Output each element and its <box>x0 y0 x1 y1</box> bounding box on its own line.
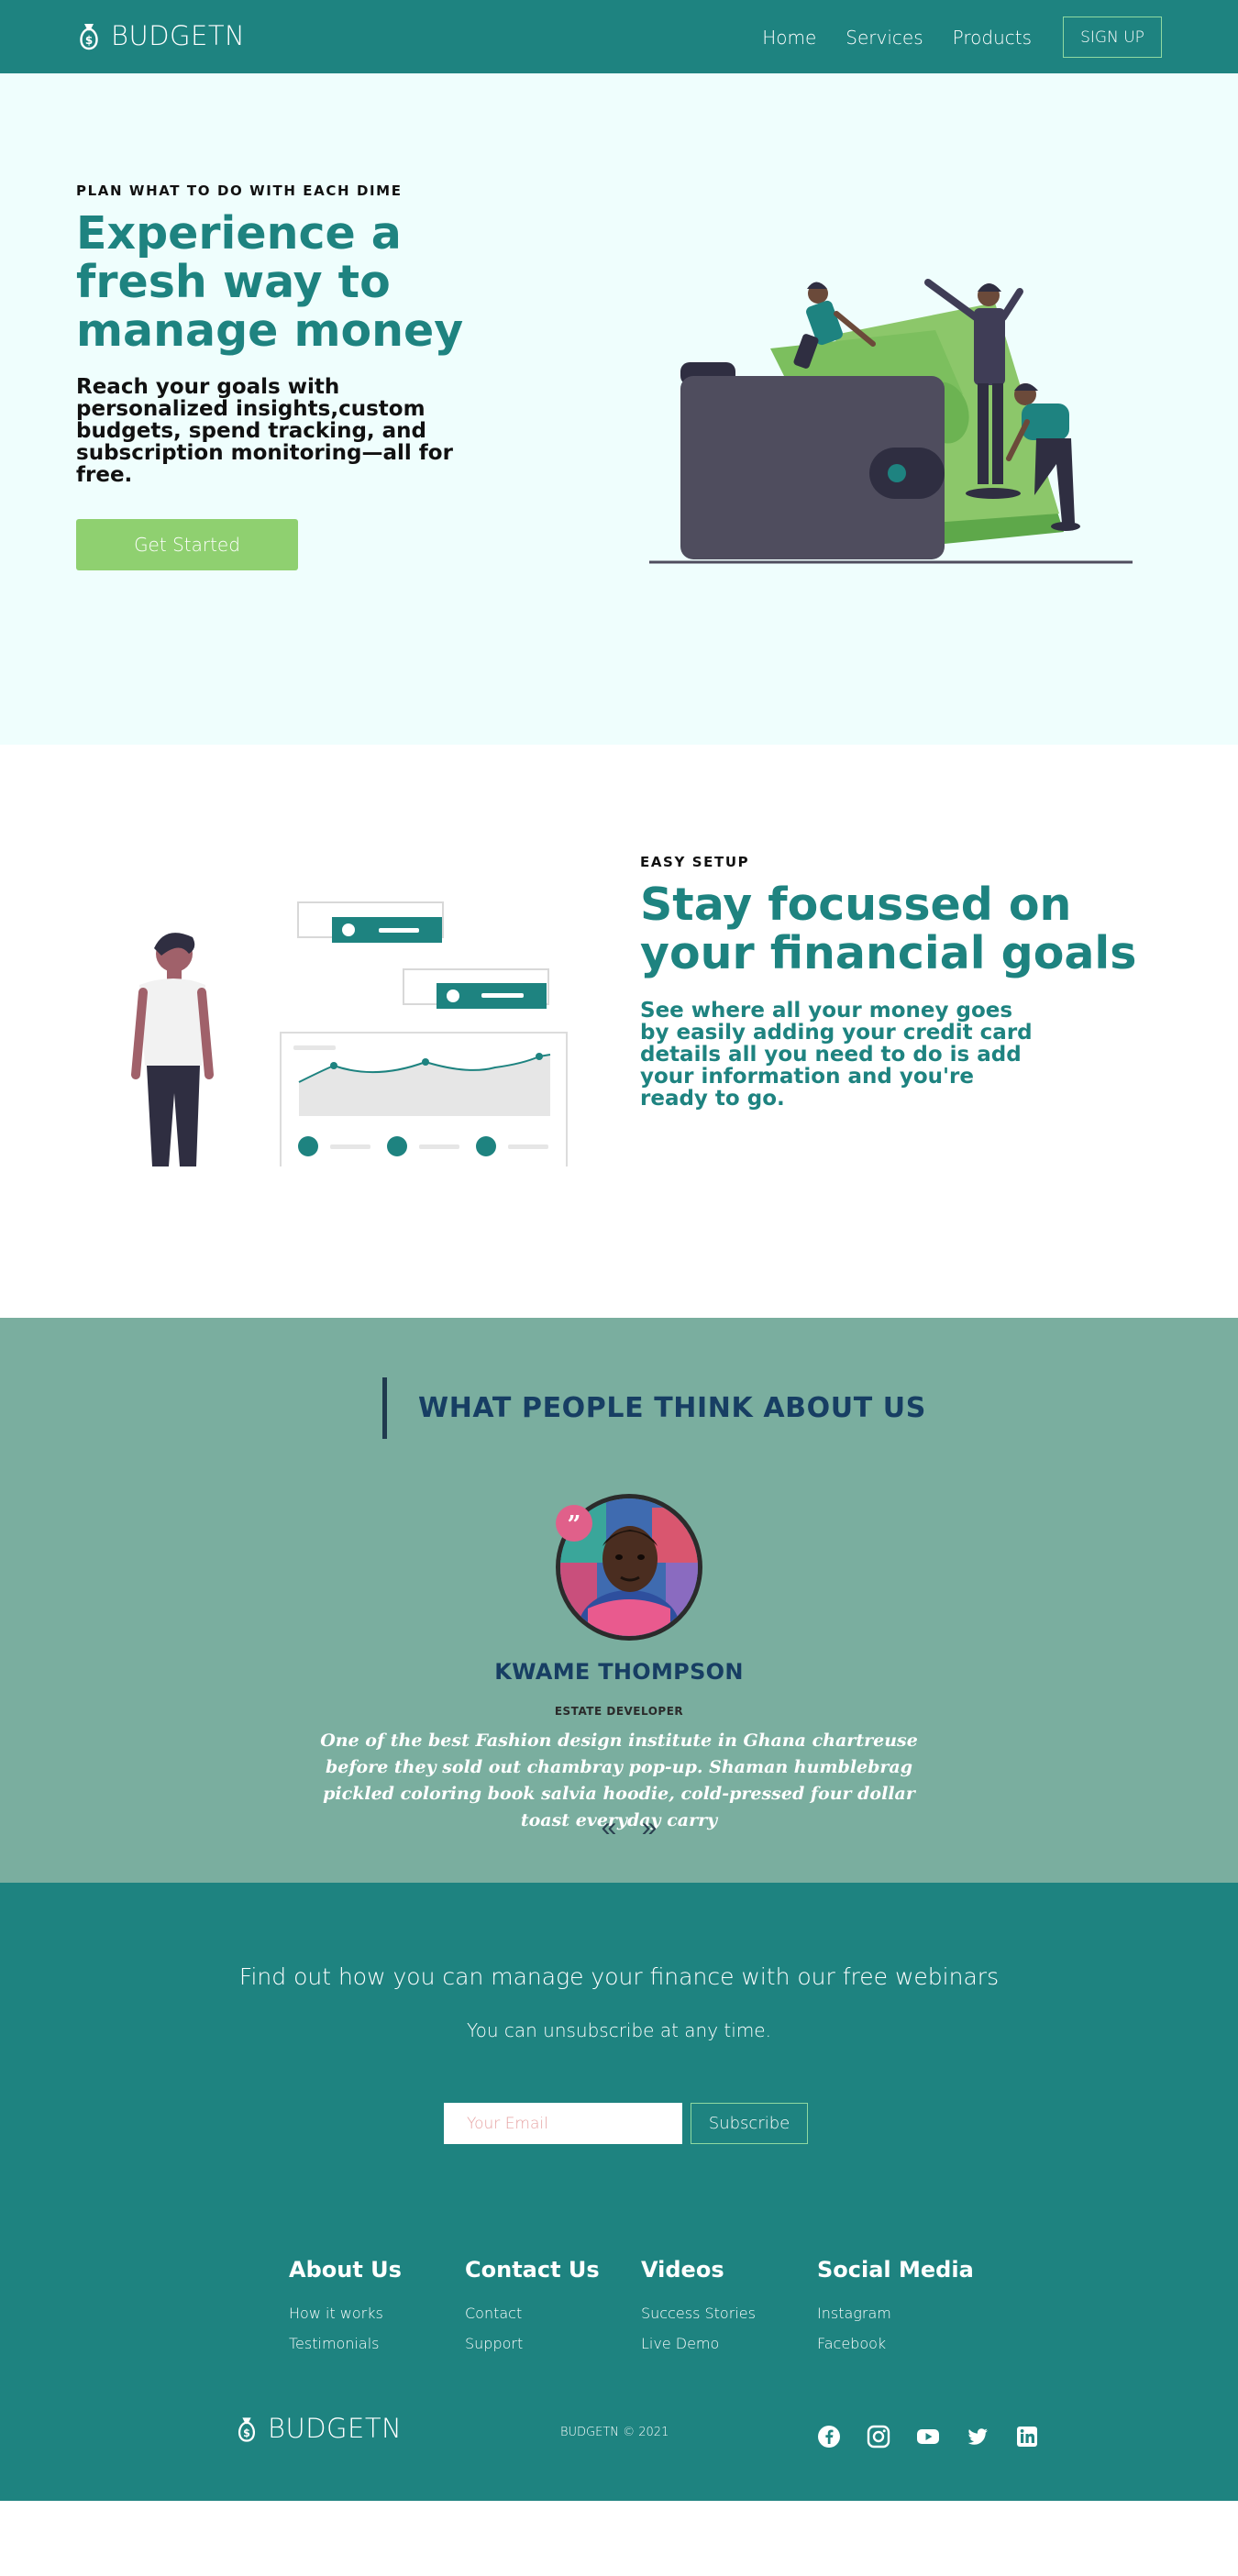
footer-brand-logo[interactable]: $ BUDGETN <box>235 2413 402 2444</box>
newsletter-subtitle: You can unsubscribe at any time. <box>467 2019 771 2041</box>
prev-testimonial-button[interactable]: « <box>595 1813 623 1842</box>
money-bag-icon: $ <box>238 2416 256 2442</box>
testimonial-nav: « » <box>595 1813 676 1842</box>
footer-col-title: About Us <box>289 2257 402 2283</box>
footer-col-title: Contact Us <box>465 2257 600 2283</box>
hero-subtitle: Reach your goals with personalized insig… <box>76 375 453 487</box>
footer-col-title: Videos <box>641 2257 724 2283</box>
linkedin-icon[interactable] <box>1014 2424 1040 2449</box>
email-field[interactable] <box>444 2103 682 2144</box>
brand-name: BUDGETN <box>111 20 246 51</box>
svg-text:$: $ <box>85 34 93 47</box>
next-testimonial-button[interactable]: » <box>636 1813 663 1842</box>
brand-logo[interactable]: $ BUDGETN <box>76 18 245 53</box>
heading-accent-bar <box>382 1377 387 1439</box>
wallet-money-illustration <box>649 279 1133 564</box>
newsletter-title: Find out how you can manage your finance… <box>238 1963 1000 1990</box>
setup-title: Stay focussed on your financial goals <box>640 879 1137 979</box>
footer-columns: About Us How it works Testimonials Conta… <box>289 2257 993 2359</box>
hero-eyebrow: PLAN WHAT TO DO WITH EACH DIME <box>76 182 403 199</box>
footer-link-success-stories[interactable]: Success Stories <box>641 2298 817 2328</box>
testimonials-heading-wrap: WHAT PEOPLE THINK ABOUT US <box>382 1377 926 1439</box>
footer-link-live-demo[interactable]: Live Demo <box>641 2328 817 2359</box>
footer-link-contact[interactable]: Contact <box>465 2298 641 2328</box>
signup-button[interactable]: SIGN UP <box>1063 17 1162 58</box>
setup-eyebrow: EASY SETUP <box>640 854 750 870</box>
footer-col-contact: Contact Us Contact Support <box>465 2257 641 2359</box>
footer-col-videos: Videos Success Stories Live Demo <box>641 2257 817 2359</box>
instagram-icon[interactable] <box>866 2424 891 2449</box>
facebook-icon[interactable] <box>816 2424 842 2449</box>
dashboard-illustration <box>131 901 568 1166</box>
footer-brand-name: BUDGETN <box>268 2413 403 2444</box>
footer-section: Find out how you can manage your finance… <box>0 1883 1238 2501</box>
testimonial-name: KWAME THOMPSON <box>494 1659 744 1685</box>
footer-col-about: About Us How it works Testimonials <box>289 2257 465 2359</box>
easy-setup-section: EASY SETUP Stay focussed on your financi… <box>0 745 1238 1318</box>
footer-link-how-it-works[interactable]: How it works <box>289 2298 465 2328</box>
nav-links: Home Services Products SIGN UP <box>733 17 1162 58</box>
money-bag-icon: $ <box>80 24 98 50</box>
svg-text:$: $ <box>243 2427 250 2438</box>
testimonials-section: WHAT PEOPLE THINK ABOUT US ” KWAME THOMP… <box>0 1318 1238 1883</box>
nav-link-home[interactable]: Home <box>762 17 816 58</box>
testimonial-role: ESTATE DEVELOPER <box>554 1705 684 1718</box>
hero-section: PLAN WHAT TO DO WITH EACH DIME Experienc… <box>0 73 1238 745</box>
top-nav: $ BUDGETN Home Services Products SIGN UP <box>0 0 1238 73</box>
nav-link-products[interactable]: Products <box>953 17 1032 58</box>
footer-link-facebook[interactable]: Facebook <box>817 2328 993 2359</box>
footer-link-testimonials[interactable]: Testimonials <box>289 2328 465 2359</box>
testimonials-heading: WHAT PEOPLE THINK ABOUT US <box>418 1392 926 1424</box>
get-started-button[interactable]: Get Started <box>76 519 298 570</box>
social-icons <box>816 2424 1064 2449</box>
quote-icon: ” <box>556 1505 592 1542</box>
copyright-text: BUDGETN © 2021 <box>560 2426 669 2439</box>
nav-link-services[interactable]: Services <box>846 17 923 58</box>
footer-col-title: Social Media <box>817 2257 974 2283</box>
subscribe-button[interactable]: Subscribe <box>691 2103 808 2144</box>
footer-link-support[interactable]: Support <box>465 2328 641 2359</box>
hero-title: Experience a fresh way to manage money <box>76 207 464 357</box>
setup-subtitle: See where all your money goes by easily … <box>640 999 1033 1111</box>
testimonial-avatar-wrap: ” <box>556 1494 702 1641</box>
footer-link-instagram[interactable]: Instagram <box>817 2298 993 2328</box>
footer-col-social: Social Media Instagram Facebook <box>817 2257 993 2359</box>
twitter-icon[interactable] <box>965 2424 990 2449</box>
youtube-icon[interactable] <box>915 2424 941 2449</box>
